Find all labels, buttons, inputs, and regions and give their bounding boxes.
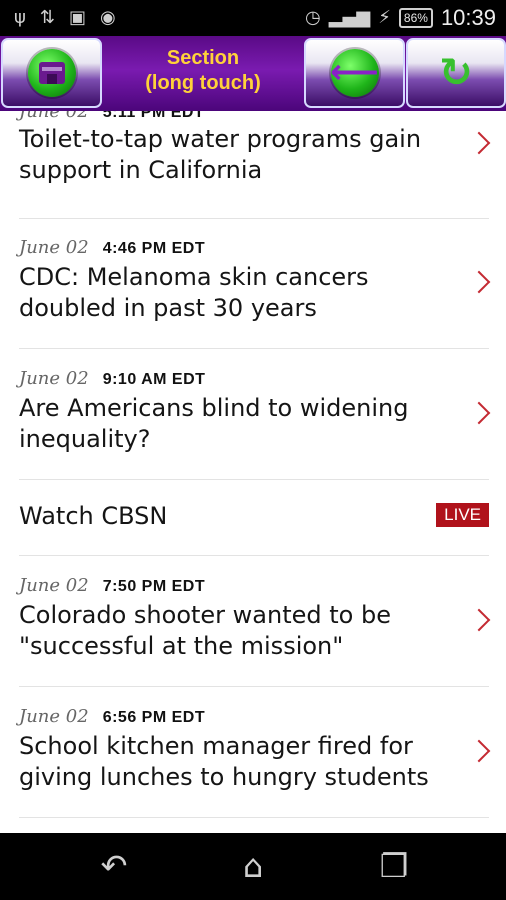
- back-button[interactable]: ⟵: [304, 38, 405, 108]
- battery-indicator: 86%: [398, 8, 433, 28]
- article-headline: "successful at the mission": [19, 632, 344, 660]
- watch-cbsn-label: Watch CBSN: [19, 502, 168, 530]
- article-item[interactable]: June 02 9:10 AM EDT Are Americans blind …: [19, 349, 491, 480]
- watch-cbsn-row[interactable]: Watch CBSN LIVE: [19, 480, 489, 556]
- chevron-right-icon: [467, 401, 491, 425]
- chevron-right-icon: [467, 739, 491, 763]
- article-headline: Colorado shooter wanted to be: [19, 601, 391, 629]
- chevron-right-icon: [467, 270, 491, 294]
- recent-apps-icon: ❐: [379, 847, 409, 885]
- article-date: June 02: [19, 368, 89, 389]
- status-bar: ψ ⇅ ▣ ◉ ◷ ▂▄▆ ⚡ 86% 10:39: [0, 0, 506, 36]
- usb-icon: ψ: [14, 7, 26, 28]
- article-headline: Are Americans blind to widening: [19, 394, 409, 422]
- live-badge: LIVE: [436, 503, 489, 527]
- charging-icon: ⚡: [378, 7, 391, 28]
- article-headline: inequality?: [19, 425, 151, 453]
- article-headline: Toilet-to-tap water programs gain: [19, 125, 422, 153]
- article-headline: CDC: Melanoma skin cancers: [19, 263, 369, 291]
- back-arrow-icon: ⟵: [330, 49, 379, 97]
- image-icon: ▣: [68, 7, 86, 28]
- system-nav-bar: ↶ ⌂ ❐: [0, 833, 506, 900]
- recent-apps-button[interactable]: ❐: [364, 843, 424, 889]
- back-nav-button[interactable]: ↶: [84, 843, 144, 889]
- app-toolbar: Section (long touch) ⟵ ↻: [0, 36, 506, 111]
- article-item[interactable]: June 02 7:50 PM EDT Colorado shooter wan…: [19, 556, 491, 687]
- data-transfer-icon: ⇅: [39, 7, 55, 28]
- article-time: 9:10 AM EDT: [102, 371, 206, 388]
- section-hint: (long touch): [145, 72, 261, 94]
- refresh-button[interactable]: ↻: [406, 38, 506, 108]
- article-item[interactable]: June 02 6:56 PM EDT School kitchen manag…: [19, 687, 491, 818]
- article-headline: School kitchen manager fired for: [19, 732, 413, 760]
- article-headline: support in California: [19, 156, 263, 184]
- article-time: 7:50 PM EDT: [102, 578, 206, 595]
- refresh-icon: ↻: [439, 50, 473, 96]
- chevron-right-icon: [467, 608, 491, 632]
- article-item[interactable]: June 02 4:46 PM EDT CDC: Melanoma skin c…: [19, 218, 491, 349]
- article-headline: giving lunches to hungry students: [19, 763, 429, 791]
- alarm-clock-icon: ◷: [305, 7, 321, 28]
- article-headline: doubled in past 30 years: [19, 294, 317, 322]
- article-time: 5:11 PM EDT: [102, 111, 205, 121]
- section-label: Section: [166, 47, 240, 69]
- chevron-right-icon: [467, 131, 491, 155]
- article-item[interactable]: June 02 5:11 PM EDT Toilet-to-tap water …: [19, 111, 491, 219]
- article-list[interactable]: June 02 5:11 PM EDT Toilet-to-tap water …: [0, 111, 506, 833]
- back-nav-icon: ↶: [100, 847, 128, 885]
- article-time: 6:56 PM EDT: [102, 709, 206, 726]
- home-icon: [27, 49, 76, 97]
- article-time: 4:46 PM EDT: [102, 240, 206, 257]
- android-icon: ◉: [99, 7, 116, 28]
- home-button[interactable]: [1, 38, 102, 108]
- home-nav-button[interactable]: ⌂: [223, 843, 283, 889]
- section-selector[interactable]: Section (long touch): [104, 46, 302, 96]
- status-time: 10:39: [440, 5, 496, 30]
- article-date: June 02: [19, 111, 89, 122]
- signal-icon: ▂▄▆: [328, 7, 371, 28]
- article-date: June 02: [19, 575, 89, 596]
- article-date: June 02: [19, 706, 89, 727]
- article-date: June 02: [19, 237, 89, 258]
- home-nav-icon: ⌂: [242, 847, 264, 885]
